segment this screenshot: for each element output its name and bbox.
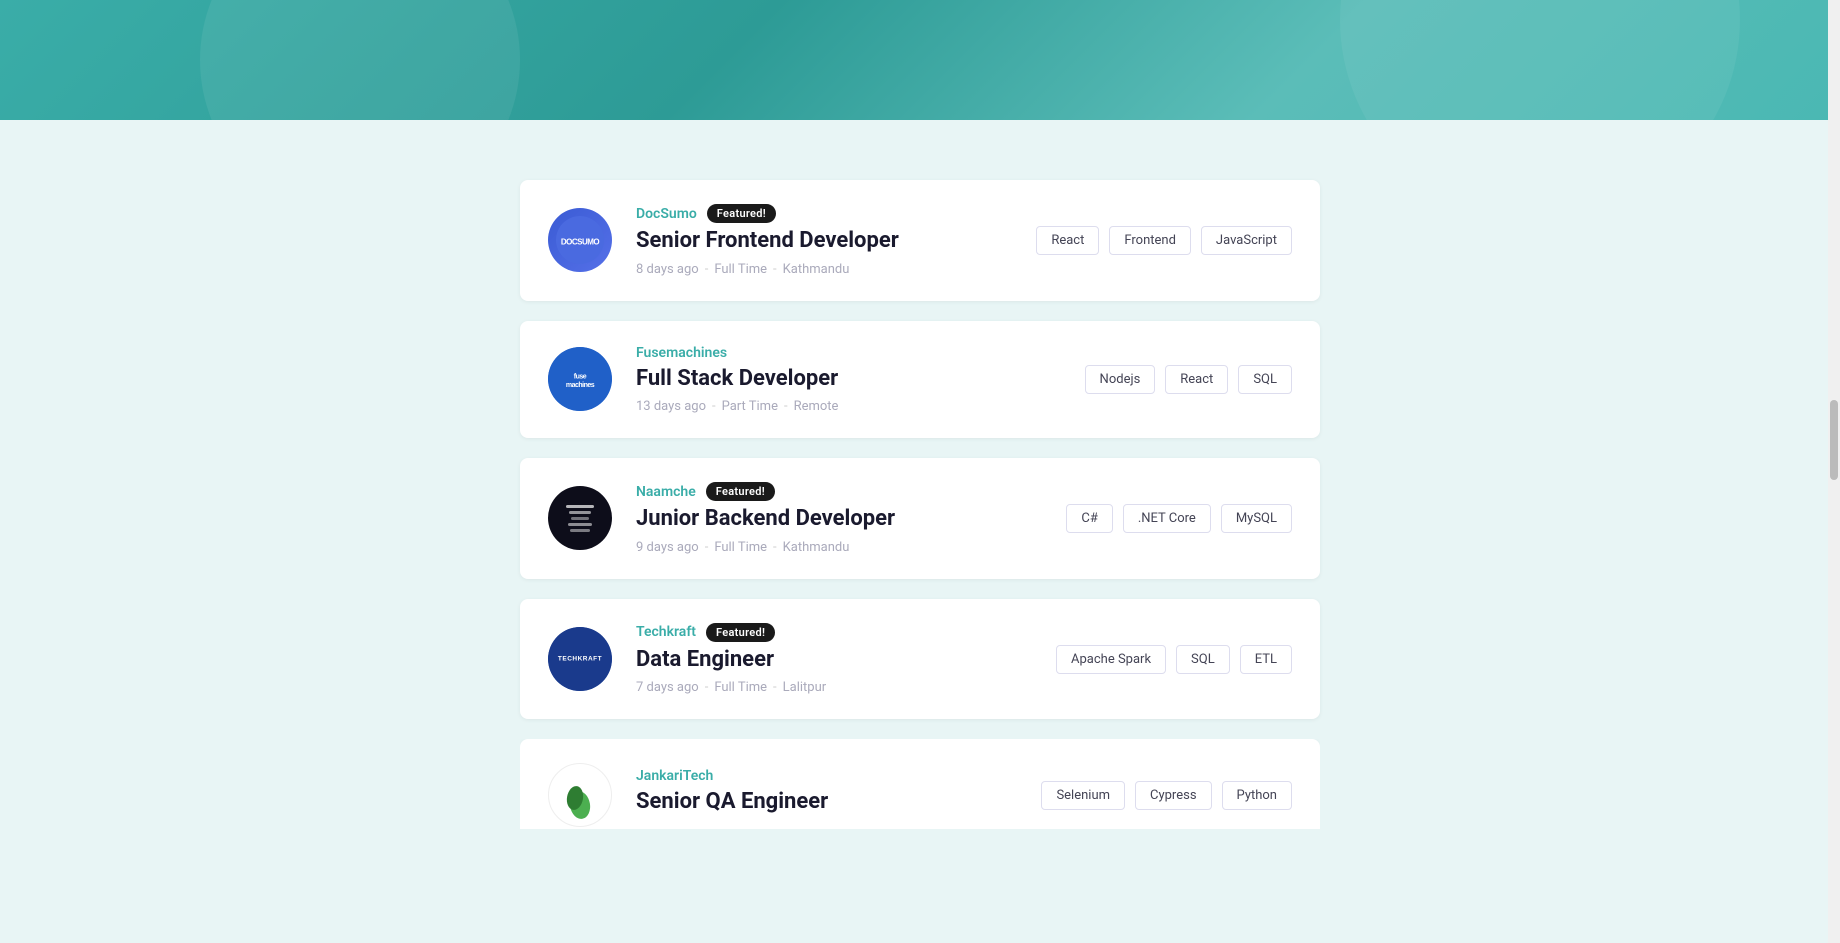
job-type: Full Time bbox=[714, 262, 767, 277]
company-name: JankariTech bbox=[636, 768, 713, 784]
company-row: Naamche Featured! bbox=[636, 482, 1008, 501]
job-tag: Python bbox=[1222, 781, 1292, 810]
job-tag: React bbox=[1036, 226, 1099, 255]
job-posted-ago: 9 days ago bbox=[636, 540, 699, 555]
company-name: DocSumo bbox=[636, 206, 697, 222]
job-tag: Apache Spark bbox=[1056, 645, 1166, 674]
job-tag: Selenium bbox=[1041, 781, 1125, 810]
scrollbar[interactable] bbox=[1828, 0, 1840, 943]
company-name: Fusemachines bbox=[636, 345, 727, 361]
job-card[interactable]: TECHKRAFT Techkraft Featured! Data Engin… bbox=[520, 599, 1320, 720]
company-name: Naamche bbox=[636, 484, 696, 500]
svg-text:fuse: fuse bbox=[574, 374, 587, 381]
job-main: Naamche Featured! Junior Backend Develop… bbox=[636, 482, 1008, 555]
job-title: Junior Backend Developer bbox=[636, 505, 1008, 534]
company-row: JankariTech bbox=[636, 768, 1008, 784]
scrollbar-thumb[interactable] bbox=[1830, 400, 1838, 480]
job-tag: MySQL bbox=[1221, 504, 1292, 533]
job-tag: C# bbox=[1066, 504, 1112, 533]
job-location: Kathmandu bbox=[783, 262, 850, 277]
job-tags: Selenium Cypress Python bbox=[1032, 781, 1292, 810]
meta-separator: - bbox=[784, 399, 788, 414]
job-meta: 7 days ago - Full Time - Lalitpur bbox=[636, 680, 1008, 695]
featured-badge: Featured! bbox=[706, 482, 775, 501]
job-title: Data Engineer bbox=[636, 646, 1008, 675]
meta-separator: - bbox=[773, 680, 777, 695]
job-tag: Nodejs bbox=[1085, 365, 1156, 394]
job-card[interactable]: DOCSUMO DocSumo Featured! Senior Fronten… bbox=[520, 180, 1320, 301]
page-content: DOCSUMO DocSumo Featured! Senior Fronten… bbox=[500, 120, 1340, 869]
company-logo: fuse machines bbox=[548, 347, 612, 411]
company-logo bbox=[548, 763, 612, 827]
meta-separator: - bbox=[705, 262, 709, 277]
job-tag: React bbox=[1165, 365, 1228, 394]
meta-separator: - bbox=[712, 399, 716, 414]
job-main: Techkraft Featured! Data Engineer 7 days… bbox=[636, 623, 1008, 696]
meta-separator: - bbox=[773, 262, 777, 277]
job-meta: 13 days ago - Part Time - Remote bbox=[636, 399, 1008, 414]
job-posted-ago: 7 days ago bbox=[636, 680, 699, 695]
job-tag: Frontend bbox=[1109, 226, 1191, 255]
job-card[interactable]: fuse machines Fusemachines Full Stack De… bbox=[520, 321, 1320, 439]
job-main: JankariTech Senior QA Engineer bbox=[636, 768, 1008, 823]
job-posted-ago: 13 days ago bbox=[636, 399, 706, 414]
company-logo: DOCSUMO bbox=[548, 208, 612, 272]
job-card[interactable]: JankariTech Senior QA Engineer Selenium C… bbox=[520, 739, 1320, 829]
job-main: DocSumo Featured! Senior Frontend Develo… bbox=[636, 204, 1008, 277]
company-logo: TECHKRAFT bbox=[548, 627, 612, 691]
job-location: Lalitpur bbox=[783, 680, 827, 695]
job-title: Senior QA Engineer bbox=[636, 788, 1008, 817]
job-meta: 9 days ago - Full Time - Kathmandu bbox=[636, 540, 1008, 555]
company-row: DocSumo Featured! bbox=[636, 204, 1008, 223]
company-row: Techkraft Featured! bbox=[636, 623, 1008, 642]
meta-separator: - bbox=[773, 540, 777, 555]
job-tag: JavaScript bbox=[1201, 226, 1292, 255]
job-tag: .NET Core bbox=[1123, 504, 1211, 533]
job-tags: Apache Spark SQL ETL bbox=[1032, 645, 1292, 674]
svg-text:TECHKRAFT: TECHKRAFT bbox=[558, 656, 602, 663]
svg-text:machines: machines bbox=[566, 383, 595, 390]
job-tag: Cypress bbox=[1135, 781, 1212, 810]
svg-text:DOCSUMO: DOCSUMO bbox=[561, 238, 600, 247]
job-tags: Nodejs React SQL bbox=[1032, 365, 1292, 394]
job-type: Full Time bbox=[714, 540, 767, 555]
job-tag: SQL bbox=[1238, 365, 1292, 394]
meta-separator: - bbox=[705, 680, 709, 695]
company-logo bbox=[548, 486, 612, 550]
job-posted-ago: 8 days ago bbox=[636, 262, 699, 277]
job-location: Kathmandu bbox=[783, 540, 850, 555]
job-main: Fusemachines Full Stack Developer 13 day… bbox=[636, 345, 1008, 415]
job-title: Full Stack Developer bbox=[636, 365, 1008, 394]
meta-separator: - bbox=[705, 540, 709, 555]
job-meta: 8 days ago - Full Time - Kathmandu bbox=[636, 262, 1008, 277]
job-type: Full Time bbox=[714, 680, 767, 695]
job-card[interactable]: Naamche Featured! Junior Backend Develop… bbox=[520, 458, 1320, 579]
hero-banner bbox=[0, 0, 1840, 120]
featured-badge: Featured! bbox=[706, 623, 775, 642]
job-tag: ETL bbox=[1240, 645, 1292, 674]
job-title: Senior Frontend Developer bbox=[636, 227, 1008, 256]
job-tags: React Frontend JavaScript bbox=[1032, 226, 1292, 255]
job-type: Part Time bbox=[722, 399, 778, 414]
job-location: Remote bbox=[794, 399, 839, 414]
company-name: Techkraft bbox=[636, 624, 696, 640]
featured-badge: Featured! bbox=[707, 204, 776, 223]
job-tags: C# .NET Core MySQL bbox=[1032, 504, 1292, 533]
job-tag: SQL bbox=[1176, 645, 1230, 674]
company-row: Fusemachines bbox=[636, 345, 1008, 361]
